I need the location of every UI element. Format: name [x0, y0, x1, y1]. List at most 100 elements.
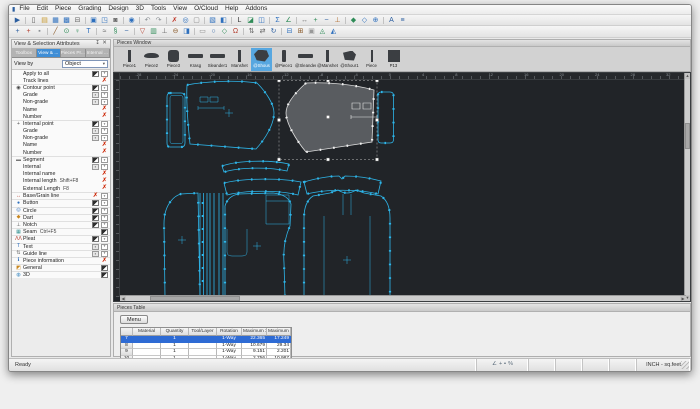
attribute-row[interactable]: Track lines: [12, 77, 110, 84]
attribute-row[interactable]: Number: [12, 113, 110, 120]
fill-icon[interactable]: ◆: [348, 17, 359, 24]
attribute-toggle-1[interactable]: [92, 193, 99, 199]
attribute-row[interactable]: Grade: [12, 92, 110, 99]
attribute-row[interactable]: Internal name: [12, 171, 110, 178]
attribute-toggle-2[interactable]: [101, 92, 108, 99]
attribute-row[interactable]: ◆ Dart: [12, 213, 110, 221]
attribute-row[interactable]: Name: [12, 142, 110, 149]
curve-icon[interactable]: ~: [321, 17, 332, 24]
scroll-up-icon[interactable]: ▲: [685, 73, 690, 79]
attribute-row[interactable]: ⇅ Guide line: [12, 249, 110, 257]
flip-icon[interactable]: ↔: [299, 17, 310, 24]
attribute-toggle-1[interactable]: [101, 258, 108, 264]
attribute-toggle-1[interactable]: [92, 157, 99, 164]
delete-icon[interactable]: ✗: [169, 17, 180, 24]
piece-thumbnail[interactable]: @Manshet: [317, 48, 338, 71]
attribute-toggle-1[interactable]: [92, 200, 99, 207]
board-icon[interactable]: ▣: [306, 28, 317, 35]
attribute-row[interactable]: Apply to all: [12, 70, 110, 77]
attribute-row[interactable]: Grade: [12, 128, 110, 135]
table-column-header[interactable]: Material: [133, 328, 161, 336]
new-style-icon[interactable]: ▯: [28, 17, 39, 24]
attribute-row[interactable]: Internal length Shift+F8: [12, 178, 110, 185]
menu-item[interactable]: Grading: [78, 6, 101, 13]
attribute-toggle-1[interactable]: [101, 229, 108, 236]
panel-icon[interactable]: ⊟: [284, 28, 295, 35]
vertical-scrollbar[interactable]: ▲ ▼: [684, 73, 690, 301]
attribute-toggle-1[interactable]: [92, 243, 99, 250]
menu-item[interactable]: Piece: [55, 6, 71, 13]
rectangle-icon[interactable]: ▭: [197, 28, 208, 35]
pleat-tool-icon[interactable]: Ω: [230, 28, 241, 35]
table-column-header[interactable]: Tool/Layer: [189, 328, 217, 336]
panel-tab[interactable]: Pieces Pr...: [61, 49, 86, 57]
table-column-header[interactable]: Maximum X: [242, 328, 267, 336]
scroll-left-icon[interactable]: ◀: [120, 296, 126, 301]
attribute-toggle-1[interactable]: [101, 150, 108, 156]
swatch-icon[interactable]: ⊞: [295, 28, 306, 35]
attribute-toggle-2[interactable]: [101, 236, 108, 243]
piece-thumbnail[interactable]: Piece3: [163, 48, 184, 71]
attribute-toggle-1[interactable]: [92, 222, 99, 229]
fold-icon[interactable]: ⊖: [170, 28, 181, 35]
menu-item[interactable]: View: [173, 6, 187, 13]
pin-icon[interactable]: ↧: [94, 41, 101, 47]
attribute-toggle-2[interactable]: [101, 70, 108, 77]
notch-tool-icon[interactable]: ⊥: [332, 17, 343, 24]
piece-cuff-left[interactable]: [166, 92, 186, 148]
zoom-icon[interactable]: ◉: [126, 17, 137, 24]
view-by-dropdown[interactable]: Object ▾: [62, 59, 108, 68]
attribute-row[interactable]: ◩ General: [12, 264, 110, 272]
attribute-toggle-1[interactable]: [92, 99, 99, 106]
piece-window-icon[interactable]: ▧: [207, 17, 218, 24]
table-menu-button[interactable]: Menu: [120, 315, 148, 324]
attribute-toggle-2[interactable]: [101, 250, 108, 257]
attribute-toggle-2[interactable]: [101, 85, 108, 92]
attribute-toggle-1[interactable]: [92, 85, 99, 92]
piece-collar-left[interactable]: [223, 178, 302, 196]
attribute-toggle-1[interactable]: [92, 121, 99, 128]
horizontal-scrollbar-thumb[interactable]: [150, 296, 240, 301]
layers-icon[interactable]: ≡: [397, 17, 408, 24]
pin-tool-icon[interactable]: ♀: [72, 28, 83, 35]
shade-icon[interactable]: ◭: [328, 28, 339, 35]
drill-icon[interactable]: ⊙: [61, 28, 72, 35]
attribute-toggle-1[interactable]: [101, 114, 108, 120]
attribute-toggle-2[interactable]: [101, 207, 108, 214]
piece-cuff-right[interactable]: [377, 91, 394, 144]
mirror-icon[interactable]: ◨: [181, 28, 192, 35]
piece-thumbnail[interactable]: @Shous: [251, 48, 272, 71]
attribute-toggle-1[interactable]: [92, 70, 99, 77]
attribute-row[interactable]: ● Button: [12, 199, 110, 207]
pattern-canvas[interactable]: [120, 80, 686, 297]
attribute-row[interactable]: ◉ Contour point: [12, 84, 110, 92]
attribute-row[interactable]: Non-grade: [12, 135, 110, 142]
horizontal-scrollbar[interactable]: ◀ ▶: [120, 295, 686, 301]
smooth-icon[interactable]: ~: [121, 28, 132, 35]
piece-front-right[interactable]: [224, 192, 292, 297]
camera-icon[interactable]: ◙: [110, 17, 121, 24]
attribute-toggle-1[interactable]: [92, 236, 99, 243]
grade-icon[interactable]: ◫: [256, 17, 267, 24]
attribute-toggle-1[interactable]: [92, 135, 99, 142]
attribute-toggle-2[interactable]: [101, 193, 108, 200]
attribute-row[interactable]: ▦ Seam Ctrl+F5: [12, 228, 110, 236]
flip-vertical-icon[interactable]: ⇅: [246, 28, 257, 35]
attribute-row[interactable]: Non-grade: [12, 99, 110, 106]
attribute-toggle-2[interactable]: [101, 243, 108, 250]
table-column-header[interactable]: Maximum Y: [267, 328, 291, 336]
measure-icon[interactable]: Σ: [272, 17, 283, 24]
attribute-toggle-1[interactable]: [101, 78, 108, 84]
piece-thumbnail[interactable]: @Shour1: [339, 48, 360, 71]
vertical-scrollbar-thumb[interactable]: [685, 123, 690, 149]
attribute-toggle-2[interactable]: [101, 128, 108, 135]
attribute-row[interactable]: ◍ 3D: [12, 271, 110, 279]
piece-back[interactable]: [303, 189, 391, 297]
attribute-toggle-2[interactable]: [101, 214, 108, 221]
attribute-toggle-1[interactable]: [92, 214, 99, 221]
attribute-toggle-1[interactable]: [92, 92, 99, 99]
attribute-toggle-1[interactable]: [92, 207, 99, 214]
table-column-header[interactable]: Rotation: [217, 328, 242, 336]
hook-icon[interactable]: §: [110, 28, 121, 35]
attribute-toggle-1[interactable]: [92, 250, 99, 257]
